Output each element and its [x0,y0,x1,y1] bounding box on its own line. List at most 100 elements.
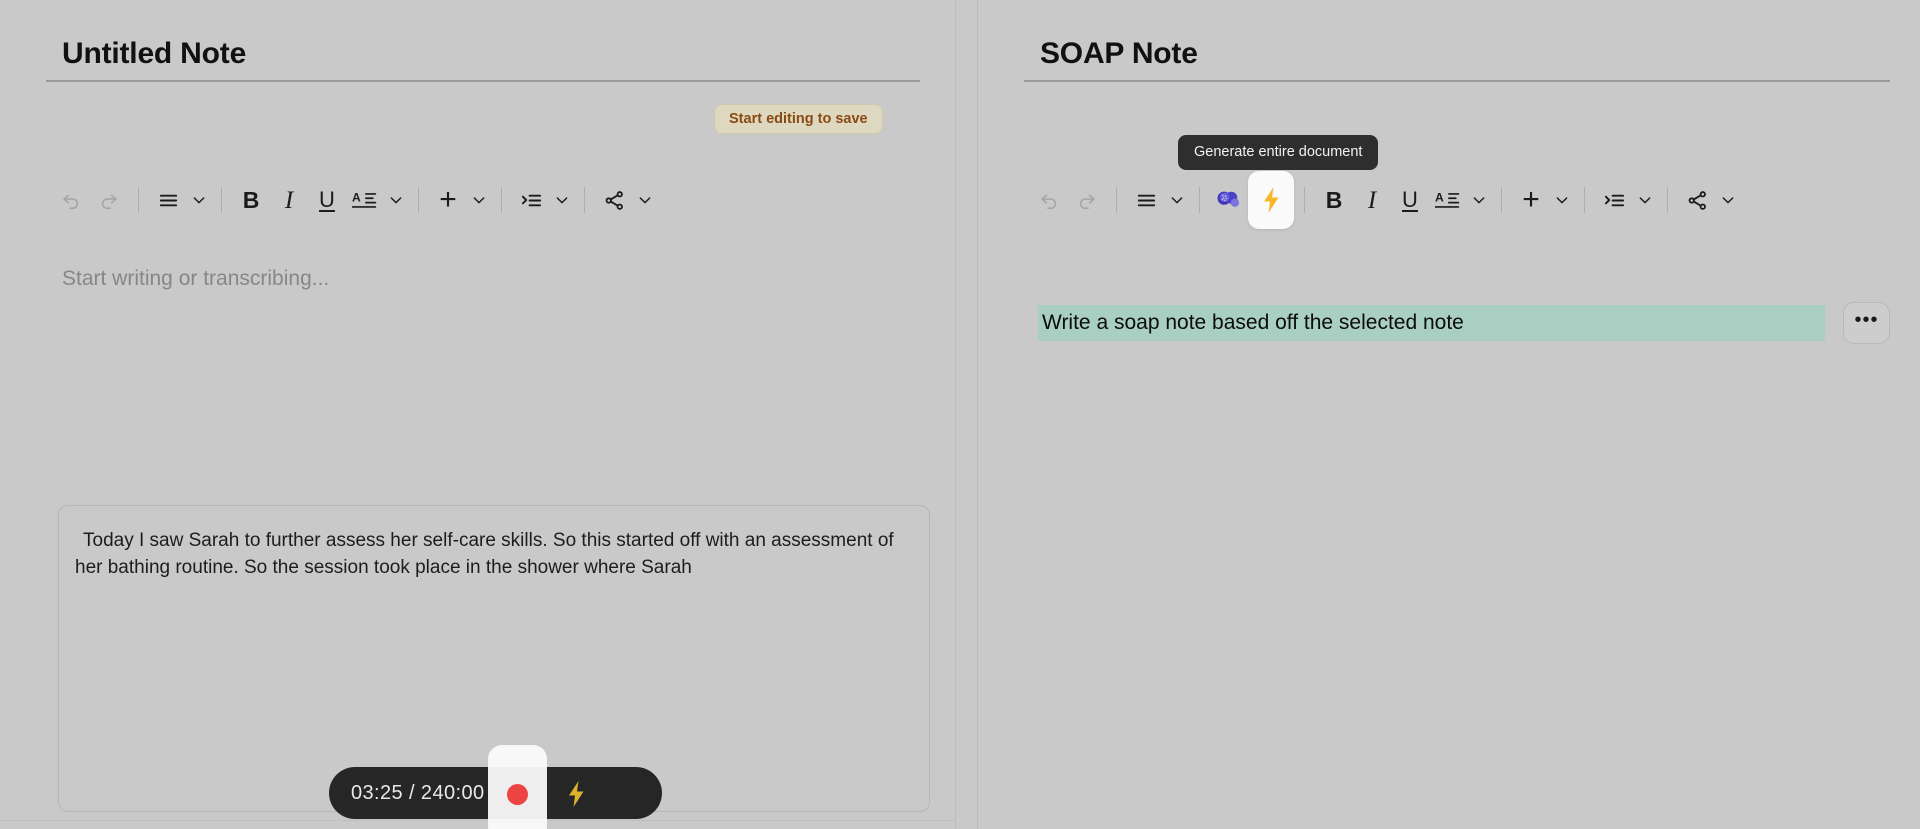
toolbar-separator [1304,187,1305,213]
plus-icon: + [1522,183,1540,216]
insert-dropdown[interactable] [467,180,491,220]
indent-dropdown[interactable] [550,180,574,220]
chevron-down-icon [471,192,487,208]
share-dropdown[interactable] [1716,180,1740,220]
bold-button[interactable]: B [232,180,270,220]
italic-button[interactable]: I [270,180,308,220]
chevron-down-icon [554,192,570,208]
indent-lines-icon [520,189,543,212]
undo-button[interactable] [1030,180,1068,220]
ai-blobs-icon [1216,189,1243,211]
recorder-generate-button[interactable] [564,780,588,808]
bottom-hairline [0,820,955,821]
chevron-down-icon [1720,192,1736,208]
insert-dropdown[interactable] [1550,180,1574,220]
text-style-dropdown[interactable] [1467,180,1491,220]
redo-button[interactable] [90,180,128,220]
insert-button[interactable]: + [429,180,467,220]
undo-icon [60,189,82,211]
underline-label: U [1402,187,1418,212]
chevron-down-icon [388,192,404,208]
text-style-button[interactable]: A [1429,180,1467,220]
text-style-icon: A [1435,189,1461,211]
toolbar-separator [1116,187,1117,213]
chevron-down-icon [191,192,207,208]
toolbar-separator [418,187,419,213]
bold-label: B [1325,186,1343,213]
editor-placeholder[interactable]: Start writing or transcribing... [62,267,329,291]
indent-button[interactable] [512,180,550,220]
share-button[interactable] [595,180,633,220]
chevron-down-icon [1554,192,1570,208]
text-style-icon: A [352,189,378,211]
text-style-dropdown[interactable] [384,180,408,220]
lightning-bolt-icon [564,780,588,808]
align-button[interactable] [1127,180,1165,220]
share-button[interactable] [1678,180,1716,220]
title-underline [1024,80,1890,82]
redo-icon [98,189,120,211]
generate-document-button[interactable] [1248,171,1294,229]
undo-button[interactable] [52,180,90,220]
underline-label: U [319,187,335,212]
share-nodes-icon [1686,189,1709,212]
app-root: Untitled Note Start editing to save B I … [0,0,1920,829]
redo-button[interactable] [1068,180,1106,220]
toolbar-separator [138,187,139,213]
record-button[interactable] [507,784,528,805]
soap-note-title[interactable]: SOAP Note [1040,37,1198,71]
page-title[interactable]: Untitled Note [62,37,246,71]
indent-lines-icon [1603,189,1626,212]
indent-dropdown[interactable] [1633,180,1657,220]
transcription-text: Today I saw Sarah to further assess her … [75,530,894,578]
prompt-row: Write a soap note based off the selected… [1038,302,1890,344]
underline-button[interactable]: U [308,180,346,220]
panel-divider-left [955,0,956,829]
toolbar-separator [1667,187,1668,213]
chevron-down-icon [1169,192,1185,208]
share-dropdown[interactable] [633,180,657,220]
insert-button[interactable]: + [1512,180,1550,220]
share-nodes-icon [603,189,626,212]
svg-text:A: A [1435,191,1444,205]
toolbar-separator [501,187,502,213]
ai-assist-button[interactable] [1210,180,1248,220]
more-options-button[interactable]: ••• [1843,302,1890,344]
left-toolbar: B I U A + [52,178,657,222]
align-button[interactable] [149,180,187,220]
svg-text:A: A [352,191,361,205]
bold-label: B [242,186,260,213]
align-dropdown[interactable] [187,180,211,220]
italic-label: I [1367,186,1377,214]
plus-icon: + [439,183,457,216]
text-style-button[interactable]: A [346,180,384,220]
right-toolbar: B I U A + [1030,171,1740,229]
chevron-down-icon [637,192,653,208]
align-dropdown[interactable] [1165,180,1189,220]
undo-icon [1038,189,1060,211]
align-lines-icon [157,189,180,212]
right-note-panel: SOAP Note Generate entire document B I U… [978,0,1920,829]
recording-timer: 03:25 / 240:00 [351,781,485,804]
italic-label: I [284,186,294,214]
align-lines-icon [1135,189,1158,212]
chevron-down-icon [1637,192,1653,208]
toolbar-separator [584,187,585,213]
underline-button[interactable]: U [1391,180,1429,220]
status-badge: Start editing to save [714,104,883,134]
toolbar-separator [1501,187,1502,213]
lightning-bolt-icon [1259,186,1283,214]
toolbar-separator [1199,187,1200,213]
bold-button[interactable]: B [1315,180,1353,220]
indent-button[interactable] [1595,180,1633,220]
toolbar-separator [1584,187,1585,213]
left-note-panel: Untitled Note Start editing to save B I … [0,0,955,829]
italic-button[interactable]: I [1353,180,1391,220]
title-underline [46,80,920,82]
recording-control-bar: 03:25 / 240:00 [329,745,662,829]
prompt-text[interactable]: Write a soap note based off the selected… [1038,304,1825,342]
chevron-down-icon [1471,192,1487,208]
toolbar-separator [221,187,222,213]
generate-tooltip: Generate entire document [1178,135,1379,170]
redo-icon [1076,189,1098,211]
